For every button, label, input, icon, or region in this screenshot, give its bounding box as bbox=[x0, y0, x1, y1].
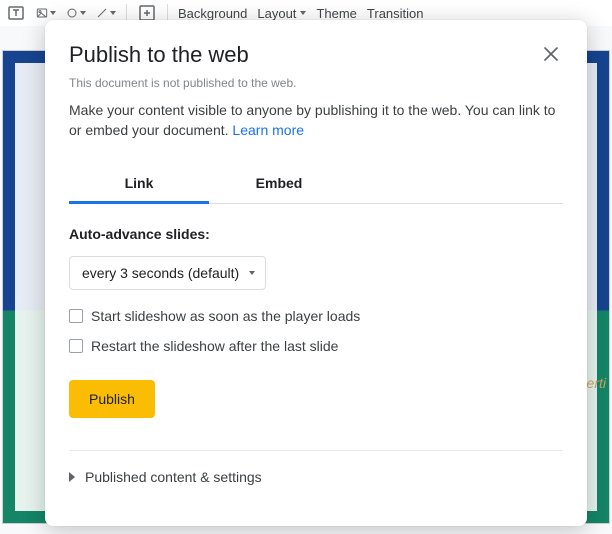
dialog-title: Publish to the web bbox=[69, 42, 249, 68]
caret-down-icon bbox=[249, 271, 255, 275]
checkbox-restart-label: Restart the slideshow after the last sli… bbox=[91, 338, 338, 354]
tab-link[interactable]: Link bbox=[69, 167, 209, 204]
tab-embed[interactable]: Embed bbox=[209, 167, 349, 203]
checkbox-icon bbox=[69, 339, 83, 353]
publish-status: This document is not published to the we… bbox=[69, 76, 563, 90]
publish-tabs: Link Embed bbox=[69, 167, 563, 204]
publish-button[interactable]: Publish bbox=[69, 380, 155, 418]
publish-to-web-dialog: Publish to the web This document is not … bbox=[45, 20, 587, 526]
auto-advance-select[interactable]: every 3 seconds (default) bbox=[69, 256, 266, 290]
close-icon bbox=[544, 47, 558, 61]
checkbox-restart-slideshow[interactable]: Restart the slideshow after the last sli… bbox=[69, 338, 563, 354]
close-button[interactable] bbox=[539, 42, 563, 66]
checkbox-start-slideshow[interactable]: Start slideshow as soon as the player lo… bbox=[69, 308, 563, 324]
expand-section-label: Published content & settings bbox=[85, 469, 262, 485]
auto-advance-value: every 3 seconds (default) bbox=[82, 265, 239, 281]
triangle-right-icon bbox=[69, 472, 75, 482]
published-content-settings-toggle[interactable]: Published content & settings bbox=[69, 469, 563, 493]
checkbox-start-label: Start slideshow as soon as the player lo… bbox=[91, 308, 360, 324]
section-divider bbox=[69, 450, 563, 451]
checkbox-icon bbox=[69, 309, 83, 323]
dialog-description: Make your content visible to anyone by p… bbox=[69, 100, 563, 141]
learn-more-link[interactable]: Learn more bbox=[232, 122, 304, 138]
auto-advance-label: Auto-advance slides: bbox=[69, 226, 563, 242]
